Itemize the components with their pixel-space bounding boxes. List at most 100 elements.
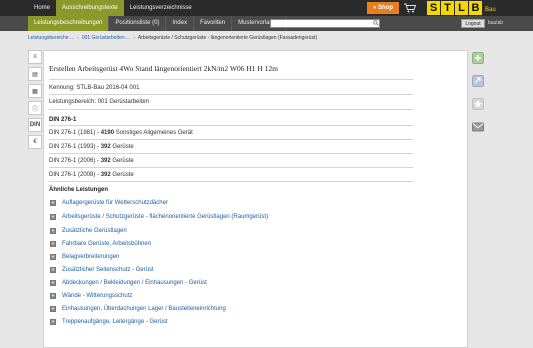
mail-icon[interactable] [472,121,484,133]
favorite-star-icon[interactable] [472,98,484,110]
subnav-positionsliste[interactable]: Positionsliste (0) [109,16,167,31]
plus-icon[interactable]: + [50,293,56,299]
subnav-leistungsbeschreibungen[interactable]: Leistungsbeschreibungen [28,16,110,31]
similar-item[interactable]: + Abdeckungen / Bekleidungen / Einhausung… [50,279,207,287]
logo-suffix: Bau [485,7,496,13]
search-input[interactable] [270,19,380,28]
plus-icon[interactable]: + [50,200,56,206]
plus-icon[interactable]: + [50,306,56,312]
leistungsbereich-text: Leistungsbereich: 001 Gerüstarbeiten [49,99,150,105]
search-icon[interactable] [373,20,379,26]
breadcrumb-item[interactable]: Leistungsbereiche ... [28,32,74,44]
din-text: Gerüste [110,158,134,164]
din-row: DIN 276-1 (1981) - 4190 Sonstiges Allgem… [49,130,193,136]
subnav-index[interactable]: Index [166,16,195,31]
din-text: Gerüste [110,144,134,150]
similar-item[interactable]: + Arbeitsgerüste / Schutzgerüste - fläche… [50,213,268,221]
din-code: 392 [100,158,111,164]
export-icon[interactable] [472,75,484,87]
cart-icon[interactable] [404,3,416,13]
din-button[interactable]: DIN [28,118,42,132]
similar-item-label[interactable]: Treppenaufgänge, Leitergänge - Gerüst [62,319,168,325]
logo-letter: B [469,1,482,15]
din-text: Sonstiges Allgemeines Gerät [114,130,193,136]
similar-item-label[interactable]: Auflagergerüste für Wetterschutzdächer [62,200,168,206]
plus-icon[interactable]: + [50,267,56,273]
plus-icon[interactable]: + [50,228,56,234]
list-view-icon[interactable]: ≡ [28,50,42,64]
similar-item[interactable]: + Zusätzliche Gerüstlagen [50,227,127,235]
stlb-logo[interactable]: S T L B Bau [427,1,496,15]
din-row: DIN 276-1 (2008) - 392 Gerüste [49,172,134,178]
euro-icon[interactable]: € [28,135,42,149]
subnav-favoriten[interactable]: Favoriten [194,16,233,31]
plus-icon[interactable]: + [50,280,56,286]
info-icon[interactable]: ⓘ [28,101,42,115]
divider [49,167,413,168]
kennung-text: Kennung: STLB-Bau 2016-04 001 [49,85,140,91]
text-view-icon[interactable]: ▤ [28,67,42,81]
similar-item[interactable]: + Zusätzlicher Seitenschutz - Gerüst [50,266,154,274]
divider [49,94,413,95]
topnav-leistungsverzeichnisse[interactable]: Leistungsverzeichnisse [124,0,198,16]
similar-item-label[interactable]: Zusätzlicher Seitenschutz - Gerüst [62,267,154,273]
din-text: Gerüste [110,172,134,178]
logout-button[interactable]: Logout [461,19,485,28]
action-column [472,52,488,144]
username: baulab [488,20,504,26]
din-prefix: DIN 276-1 (2006) - [49,158,101,164]
similar-item-label[interactable]: Belagverbreiterungen [62,254,119,260]
breadcrumb-current: Arbeitsgerüste / Schutzgerüste - längeno… [137,35,318,41]
din-code: 392 [100,144,111,150]
similar-item-label[interactable]: Abdeckungen / Bekleidungen / Einhausunge… [62,280,207,286]
divider [49,139,413,140]
din-prefix: DIN 276-1 (1981) - [49,130,101,136]
divider [49,79,413,80]
similar-item[interactable]: + Auflagergerüste für Wetterschutzdächer [50,199,168,207]
din-heading: DIN 276-1 [49,117,77,123]
page-title: Erstellen Arbeitsgerüst 4Wo Stand längen… [49,64,279,73]
add-to-list-icon[interactable] [472,52,484,64]
main-content: Erstellen Arbeitsgerüst 4Wo Stand längen… [43,50,468,348]
sub-bar: Leistungsbeschreibungen Positionsliste (… [0,16,533,31]
shop-button[interactable]: » Shop [367,2,399,14]
similar-item[interactable]: + Einhausungen, Überdachungen Lager / Bau… [50,305,226,313]
grid-view-icon[interactable]: ▦ [28,84,42,98]
plus-icon[interactable]: + [50,214,56,220]
plus-icon[interactable]: + [50,319,56,325]
similar-item-label[interactable]: Einhausungen, Überdachungen Lager / Baus… [62,306,226,312]
breadcrumb-item[interactable]: 001 Gerüstarbeiten ... [82,32,130,44]
din-code: 4190 [100,130,115,136]
din-prefix: DIN 276-1 (1993) - [49,144,101,150]
similar-item-label[interactable]: Arbeitsgerüste / Schutzgerüste - flächen… [62,214,268,220]
topnav-home[interactable]: Home [28,0,56,16]
logo-letter: S [427,1,440,15]
similar-item-label[interactable]: Zusätzliche Gerüstlagen [62,228,127,234]
similar-item[interactable]: + Fahrbare Gerüste, Arbeitsbühnen [50,240,151,248]
tool-column: ≡ ▤ ▦ ⓘ DIN € [28,50,42,152]
divider [49,153,413,154]
top-bar: Home Ausschreibungstexte Leistungsverzei… [0,0,533,16]
plus-icon[interactable]: + [50,241,56,247]
topnav-ausschreibungstexte[interactable]: Ausschreibungstexte [56,0,124,16]
divider [49,125,413,126]
divider [49,181,413,182]
similar-item-label[interactable]: Wände - Witterungsschutz [62,293,132,299]
similar-item-label[interactable]: Fahrbare Gerüste, Arbeitsbühnen [62,241,151,247]
breadcrumb-separator: › [77,35,79,41]
din-row: DIN 276-1 (1993) - 392 Gerüste [49,144,134,150]
breadcrumb-separator: › [133,35,135,41]
sub-nav: Leistungsbeschreibungen Positionsliste (… [28,16,287,31]
similar-item[interactable]: + Wände - Witterungsschutz [50,292,132,300]
din-row: DIN 276-1 (2006) - 392 Gerüste [49,158,134,164]
din-prefix: DIN 276-1 (2008) - [49,172,101,178]
logo-letter: T [441,1,454,15]
divider [49,109,413,110]
plus-icon[interactable]: + [50,254,56,260]
similar-item[interactable]: + Treppenaufgänge, Leitergänge - Gerüst [50,318,168,326]
similar-heading: Ähnliche Leistungen [49,187,109,193]
similar-item[interactable]: + Belagverbreiterungen [50,253,119,261]
din-code: 392 [100,172,111,178]
top-nav: Home Ausschreibungstexte Leistungsverzei… [28,0,198,16]
logo-letter: L [455,1,468,15]
